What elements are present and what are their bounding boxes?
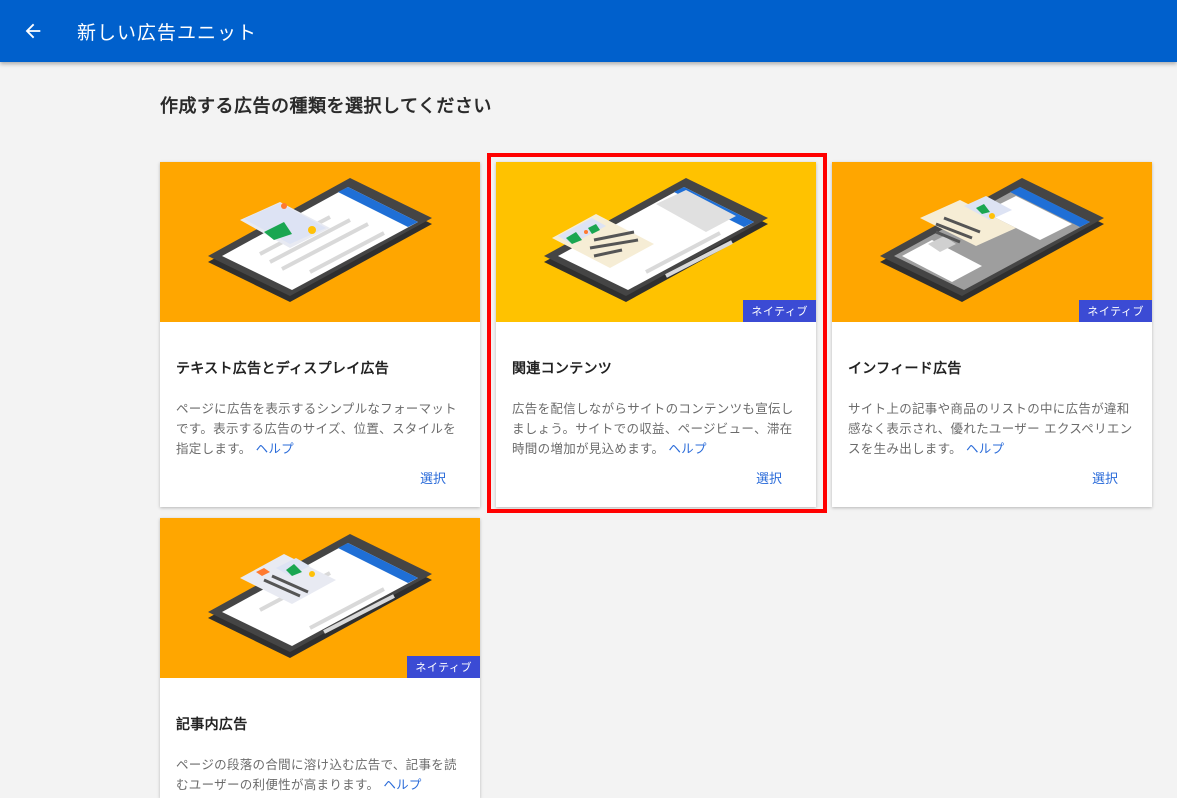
ad-type-card-in-feed[interactable]: ネイティブ インフィード広告 サイト上の記事や商品のリストの中に広告が違和感なく… [832, 162, 1152, 507]
native-badge: ネイティブ [407, 656, 480, 678]
help-link[interactable]: ヘルプ [383, 777, 421, 792]
top-app-bar: 新しい広告ユニット [0, 0, 1177, 62]
card-title: 記事内広告 [176, 717, 248, 733]
card-description: ページの段落の合間に溶け込む広告で、記事を読むユーザーの利便性が高まります。 ヘル… [176, 755, 464, 795]
phone-illustration-icon [208, 178, 432, 302]
card-illustration [160, 162, 480, 322]
back-button[interactable] [13, 11, 53, 51]
card-title: インフィード広告 [848, 361, 962, 377]
card-description: ページに広告を表示するシンプルなフォーマットです。表示する広告のサイズ、位置、ス… [176, 399, 464, 459]
ad-type-card-display[interactable]: テキスト広告とディスプレイ広告 ページに広告を表示するシンプルなフォーマットです… [160, 162, 480, 507]
phone-illustration-icon [208, 534, 432, 658]
native-badge: ネイティブ [1079, 300, 1152, 322]
card-description: サイト上の記事や商品のリストの中に広告が違和感なく表示され、優れたユーザー エク… [848, 399, 1136, 459]
card-illustration: ネイティブ [160, 518, 480, 678]
select-button[interactable]: 選択 [420, 472, 446, 487]
section-heading: 作成する広告の種類を選択してください [160, 96, 492, 117]
selection-highlight [487, 153, 827, 513]
card-illustration: ネイティブ [832, 162, 1152, 322]
select-button[interactable]: 選択 [1092, 472, 1118, 487]
phone-illustration-icon [880, 178, 1104, 302]
arrow-left-icon [25, 23, 41, 39]
help-link[interactable]: ヘルプ [256, 441, 294, 456]
page-title: 新しい広告ユニット [77, 21, 258, 44]
ad-type-card-in-article[interactable]: ネイティブ 記事内広告 ページの段落の合間に溶け込む広告で、記事を読むユーザーの… [160, 518, 480, 798]
card-description-text: ページに広告を表示するシンプルなフォーマットです。表示する広告のサイズ、位置、ス… [176, 401, 457, 456]
card-title: テキスト広告とディスプレイ広告 [176, 361, 390, 377]
help-link[interactable]: ヘルプ [966, 441, 1004, 456]
